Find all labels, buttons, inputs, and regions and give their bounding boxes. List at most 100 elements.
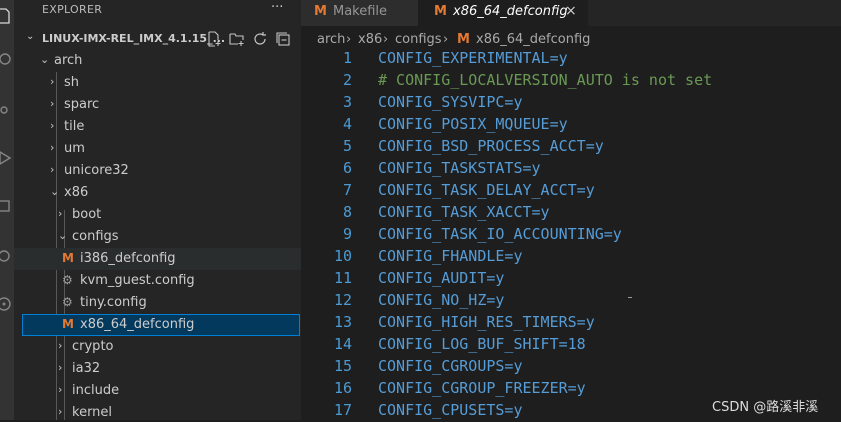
code-text: CONFIG_TASK_DELAY_ACCT=y [378,181,595,199]
code-text: CONFIG_AUDIT=y [378,269,505,287]
chevron-right-icon: › [50,163,55,176]
tree-folder[interactable]: › sh [14,72,301,94]
code-line: 11 CONFIG_AUDIT=y [301,268,841,290]
refresh-icon[interactable] [252,31,268,47]
line-number: 9 [342,225,352,243]
new-file-icon[interactable] [206,31,222,47]
chevron-right-icon: › [58,207,63,220]
chevron-right-icon: › [58,361,63,374]
line-number: 6 [342,159,352,177]
new-folder-icon[interactable] [229,31,245,47]
chevron-right-icon: › [50,119,55,132]
code-text: CONFIG_CPUSETS=y [378,401,523,419]
code-text: CONFIG_TASKSTATS=y [378,159,541,177]
more-actions-button[interactable]: ··· [271,0,283,15]
code-line: 2 # CONFIG_LOCALVERSION_AUTO is not set [301,70,841,92]
code-line: 8 CONFIG_TASK_XACCT=y [301,202,841,224]
line-number: 17 [333,401,352,419]
line-number: 13 [333,313,352,331]
code-line: 15 CONFIG_CGROUPS=y [301,356,841,378]
breadcrumb-separator: › [383,32,389,47]
tree-folder[interactable]: › um [14,138,301,160]
line-number: 4 [342,115,352,133]
code-line: 9 CONFIG_TASK_IO_ACCOUNTING=y [301,224,841,246]
tree-item-label: arch [54,53,83,68]
tab-x86-64-defconfig[interactable]: M x86_64_defconfig × [418,0,588,26]
chevron-right-icon: › [58,383,63,396]
code-text: CONFIG_CGROUP_FREEZER=y [378,379,586,397]
breadcrumb-item[interactable]: x86_64_defconfig [476,32,590,47]
search-icon[interactable] [0,52,12,68]
chevron-down-icon: ⌄ [40,53,50,66]
code-text: CONFIG_FHANDLE=y [378,247,523,265]
extensions-icon[interactable] [0,198,12,214]
breadcrumb-item[interactable]: configs [395,32,442,47]
tree-file[interactable]: Mi386_defconfig [14,248,301,270]
code-text: CONFIG_LOG_BUF_SHIFT=18 [378,335,586,353]
code-line: 4 CONFIG_POSIX_MQUEUE=y [301,114,841,136]
tree-file[interactable]: ⚙ tiny.config [14,292,301,314]
breadcrumb-separator: › [443,32,449,47]
line-number: 16 [333,379,352,397]
tree-folder[interactable]: ⌄ configs [14,226,301,248]
code-text: CONFIG_TASK_IO_ACCOUNTING=y [378,225,622,243]
activity-bar [0,0,14,420]
tree-folder[interactable]: › kernel [14,402,301,420]
tree-folder[interactable]: › ia32 [14,358,301,380]
account-icon[interactable] [0,296,12,312]
code-comment: # CONFIG_LOCALVERSION_AUTO is not set [378,71,713,89]
tree-item-label: x86_64_defconfig [80,317,195,332]
chevron-right-icon: › [50,97,55,110]
code-text: CONFIG_CGROUPS=y [378,357,523,375]
code-line: 3 CONFIG_SYSVIPC=y [301,92,841,114]
makefile-icon: M [314,4,327,19]
explorer-title: EXPLORER [42,3,103,16]
makefile-icon: M [434,4,447,19]
tree-item-label: sh [64,75,80,90]
collapse-all-icon[interactable] [275,31,291,47]
tree-folder[interactable]: › boot [14,204,301,226]
files-icon[interactable] [0,8,12,24]
run-debug-icon[interactable] [0,150,12,166]
tree-folder[interactable]: › tile [14,116,301,138]
tree-file[interactable]: Mx86_64_defconfig [22,314,300,336]
tree-item-label: configs [72,229,119,244]
tab-makefile[interactable]: M Makefile [301,0,418,26]
tree-item-label: tile [64,119,85,134]
breadcrumb-item[interactable]: arch [317,32,345,47]
chevron-right-icon: › [58,339,63,352]
makefile-icon: M [62,251,74,265]
code-line: 10 CONFIG_FHANDLE=y [301,246,841,268]
tab-label: x86_64_defconfig [453,4,568,19]
tree-folder[interactable]: › unicore32 [14,160,301,182]
tree-item-label: um [64,141,85,156]
line-number: 7 [342,181,352,199]
tree-item-label: sparc [64,97,100,112]
gear-icon: ⚙ [62,295,73,309]
workspace-root-label: LINUX-IMX-REL_IMX_4.1.15_... [42,32,226,45]
editor-tabs: M Makefile M x86_64_defconfig × [301,0,841,26]
tree-folder[interactable]: ⌄ arch [14,50,301,72]
remote-explorer-icon[interactable] [0,248,12,264]
tree-folder[interactable]: › include [14,380,301,402]
tree-folder[interactable]: › crypto [14,336,301,358]
chevron-down-icon: ⌄ [50,185,60,198]
code-editor[interactable]: 1 CONFIG_EXPERIMENTAL=y 2 # CONFIG_LOCALVER… [301,48,841,420]
code-text: CONFIG_SYSVIPC=y [378,93,523,111]
tree-folder[interactable]: › sparc [14,94,301,116]
source-control-icon[interactable] [0,102,12,118]
tree-item-label: unicore32 [64,163,129,178]
line-number: 3 [342,93,352,111]
tree-item-label: tiny.config [80,295,147,310]
close-icon[interactable]: × [565,3,577,19]
code-text: CONFIG_POSIX_MQUEUE=y [378,115,568,133]
breadcrumb-item[interactable]: x86 [358,32,382,47]
tree-folder[interactable]: ⌄ x86 [14,182,301,204]
chevron-down-icon: ⌄ [26,31,35,42]
makefile-icon: M [62,317,74,331]
code-text: CONFIG_EXPERIMENTAL=y [378,49,568,67]
workspace-root[interactable]: ⌄ LINUX-IMX-REL_IMX_4.1.15_... [14,28,301,50]
tree-file[interactable]: ⚙ kvm_guest.config [14,270,301,292]
code-line: 6 CONFIG_TASKSTATS=y [301,158,841,180]
code-text: CONFIG_BSD_PROCESS_ACCT=y [378,137,604,155]
